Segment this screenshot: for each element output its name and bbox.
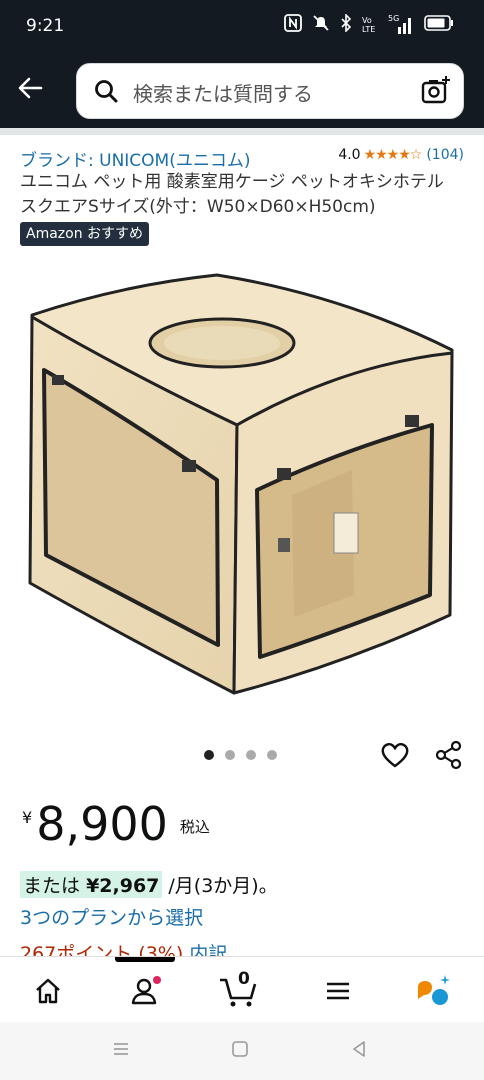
active-tab-indicator (115, 957, 175, 962)
home-system-button[interactable] (231, 1040, 249, 1062)
back-system-button[interactable] (350, 1040, 368, 1062)
installment-suffix: /月(3か月)。 (168, 875, 278, 897)
brand-link[interactable]: ブランド: UNICOM(ユニコム) (20, 146, 251, 171)
share-button[interactable] (434, 740, 464, 774)
nav-account[interactable] (125, 971, 165, 1011)
cart-count: 0 (238, 969, 250, 989)
app-header: 検索または質問する (0, 55, 484, 128)
heart-icon (381, 743, 409, 768)
tax-label: 税込 (179, 818, 210, 836)
triangle-back-icon (353, 1041, 365, 1057)
volte-icon: Vo LTE (362, 16, 376, 34)
product-title: ユニコム ペット用 酸素室用ケージ ペットオキシホテル スクエアSサイズ(外寸：… (20, 172, 444, 217)
account-icon (131, 976, 161, 1005)
rufus-icon (418, 975, 450, 1005)
nav-cart[interactable]: 0 (218, 969, 258, 1011)
installment-amount: ¥2,967 (86, 875, 160, 897)
mute-icon (312, 14, 330, 36)
installment-highlight: または ¥2,967 (20, 871, 163, 898)
currency-symbol: ¥ (22, 808, 33, 827)
nfc-icon (284, 14, 302, 36)
system-navigation-bar (0, 1022, 484, 1080)
back-button[interactable] (14, 71, 48, 105)
signal-5g-icon: 5G (388, 14, 414, 34)
rating-value: 4.0 (338, 147, 361, 163)
amazon-choice-badge: Amazon おすすめ (20, 222, 150, 246)
star-rating-icon: ★★★★☆ (363, 147, 423, 163)
review-count[interactable]: (104) (426, 147, 464, 163)
bottom-navigation: 0 (0, 956, 484, 1023)
status-icons: Vo LTE 5G (284, 13, 454, 36)
nav-menu[interactable] (318, 971, 358, 1011)
carousel-dot[interactable] (246, 750, 256, 760)
battery-icon (424, 15, 454, 35)
recents-button[interactable] (112, 1040, 130, 1062)
price-amount: 8,900 (36, 797, 168, 851)
nav-home[interactable] (28, 971, 68, 1011)
carousel-dot[interactable] (267, 750, 277, 760)
price-block: ¥ 8,900 税込 (22, 796, 210, 852)
carousel-dot[interactable] (225, 750, 235, 760)
recents-icon (114, 1043, 128, 1055)
header-divider (0, 128, 484, 135)
status-time: 9:21 (26, 16, 65, 36)
select-plan-link[interactable]: 3つのプランから選択 (20, 903, 203, 930)
installment-row: または ¥2,967 /月(3か月)。 (20, 871, 278, 898)
carousel-dot[interactable] (204, 750, 214, 760)
search-placeholder: 検索または質問する (133, 82, 313, 106)
arrow-left-icon (18, 77, 43, 99)
square-home-icon (232, 1041, 248, 1057)
bluetooth-icon (340, 13, 352, 36)
wishlist-heart-button[interactable] (380, 740, 410, 774)
home-icon (36, 978, 60, 1004)
rating-summary[interactable]: 4.0 ★★★★☆ (104) (338, 147, 464, 163)
share-icon (435, 740, 462, 770)
status-bar: 9:21 Vo LTE 5G (0, 0, 484, 55)
installment-prefix: または (23, 875, 81, 897)
search-input[interactable]: 検索または質問する (76, 63, 464, 119)
search-icon (93, 78, 119, 108)
image-carousel-dots[interactable] (204, 750, 277, 760)
camera-search-icon[interactable] (419, 74, 453, 112)
menu-icon (327, 982, 349, 1000)
nav-rufus[interactable] (414, 971, 454, 1011)
product-image[interactable] (22, 265, 462, 705)
